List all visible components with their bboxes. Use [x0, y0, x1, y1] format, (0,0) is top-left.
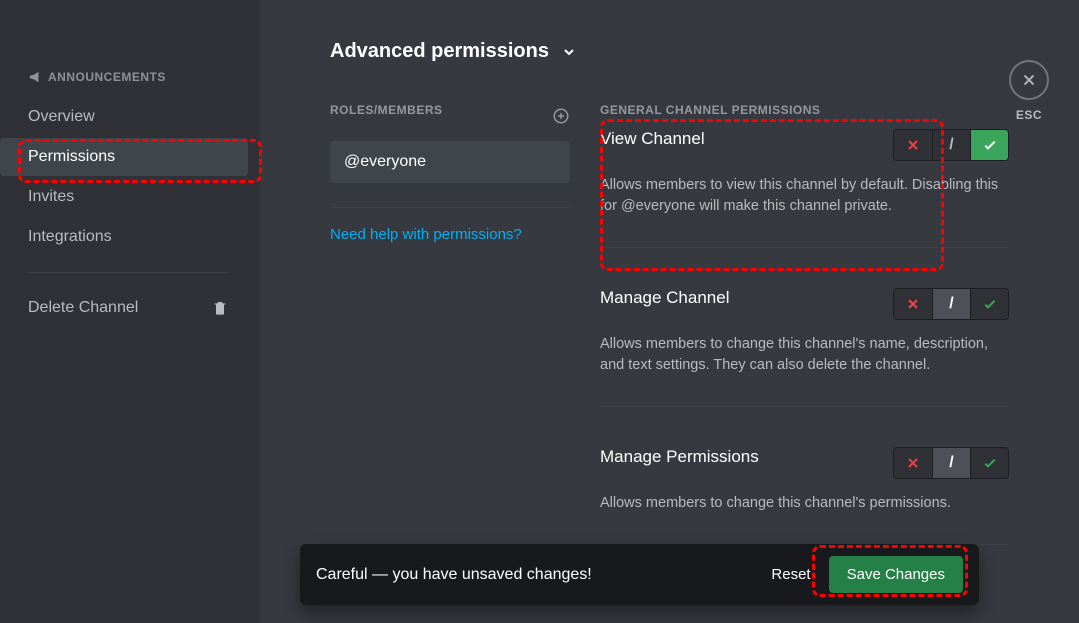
save-label: Save Changes: [847, 566, 945, 583]
main-content: Advanced permissions ROLES/MEMBERS @ever…: [260, 0, 1079, 623]
chevron-down-icon: [561, 44, 577, 60]
permissions-help-link[interactable]: Need help with permissions?: [330, 226, 570, 243]
permission-deny[interactable]: [894, 448, 932, 478]
add-role-icon[interactable]: [552, 107, 570, 125]
sidebar-item-label: Permissions: [28, 148, 115, 165]
close-label: ESC: [1009, 108, 1049, 122]
roles-members-label: ROLES/MEMBERS: [330, 103, 443, 117]
sidebar-delete-channel[interactable]: Delete Channel: [0, 289, 248, 327]
permission-manage-channel: Manage Channel / Allows members to chang…: [600, 288, 1009, 407]
sidebar-divider: [28, 272, 228, 273]
permission-neutral[interactable]: /: [932, 130, 970, 160]
sidebar-channel-header: ANNOUNCEMENTS: [0, 70, 248, 96]
settings-sidebar: ANNOUNCEMENTS Overview Permissions Invit…: [0, 0, 260, 623]
sidebar-channel-label: ANNOUNCEMENTS: [48, 70, 166, 84]
close-circle[interactable]: [1009, 60, 1049, 100]
permission-desc: Allows members to change this channel's …: [600, 334, 1009, 376]
sidebar-item-integrations[interactable]: Integrations: [0, 218, 248, 256]
close-settings[interactable]: ESC: [1009, 60, 1049, 122]
role-everyone[interactable]: @everyone: [330, 141, 570, 183]
check-icon: [982, 137, 998, 153]
permission-toggle-manage-channel[interactable]: /: [893, 288, 1009, 320]
sidebar-delete-label: Delete Channel: [28, 299, 138, 317]
roles-column: ROLES/MEMBERS @everyone Need help with p…: [330, 103, 570, 585]
unsaved-changes-bar: Careful — you have unsaved changes! Rese…: [300, 544, 979, 605]
sidebar-item-label: Overview: [28, 108, 95, 125]
permission-neutral[interactable]: /: [932, 289, 970, 319]
sidebar-item-overview[interactable]: Overview: [0, 98, 248, 136]
permission-desc: Allows members to view this channel by d…: [600, 175, 1009, 217]
trash-icon: [212, 300, 228, 316]
reset-button[interactable]: Reset: [753, 556, 828, 593]
permission-allow[interactable]: [970, 289, 1008, 319]
permissions-section-label: GENERAL CHANNEL PERMISSIONS: [600, 103, 1009, 117]
help-link-label: Need help with permissions?: [330, 226, 522, 243]
sidebar-item-invites[interactable]: Invites: [0, 178, 248, 216]
sidebar-item-label: Invites: [28, 188, 74, 205]
permission-deny[interactable]: [894, 130, 932, 160]
permission-allow[interactable]: [970, 448, 1008, 478]
permission-manage-permissions: Manage Permissions / Allows members to c…: [600, 447, 1009, 545]
permission-neutral[interactable]: /: [932, 448, 970, 478]
permission-toggle-view-channel[interactable]: /: [893, 129, 1009, 161]
sidebar-item-permissions[interactable]: Permissions: [0, 138, 248, 176]
permissions-column: GENERAL CHANNEL PERMISSIONS View Channel…: [600, 103, 1009, 585]
check-icon: [982, 455, 998, 471]
close-icon: [1020, 71, 1038, 89]
megaphone-icon: [28, 70, 42, 84]
x-icon: [905, 296, 921, 312]
x-icon: [905, 455, 921, 471]
role-label: @everyone: [344, 153, 426, 170]
page-title: Advanced permissions: [330, 40, 549, 63]
sidebar-item-label: Integrations: [28, 228, 112, 245]
permission-deny[interactable]: [894, 289, 932, 319]
permission-title: View Channel: [600, 129, 705, 149]
permission-view-channel: View Channel / Allows members to view th…: [600, 129, 1009, 248]
permission-title: Manage Channel: [600, 288, 729, 308]
permission-title: Manage Permissions: [600, 447, 759, 467]
permission-toggle-manage-permissions[interactable]: /: [893, 447, 1009, 479]
unsaved-text: Careful — you have unsaved changes!: [316, 566, 753, 584]
permission-desc: Allows members to change this channel's …: [600, 493, 1009, 514]
permission-allow[interactable]: [970, 130, 1008, 160]
page-title-row[interactable]: Advanced permissions: [330, 40, 1009, 63]
save-changes-button[interactable]: Save Changes: [829, 556, 963, 593]
check-icon: [982, 296, 998, 312]
x-icon: [905, 137, 921, 153]
reset-label: Reset: [771, 566, 810, 583]
roles-divider: [330, 207, 570, 208]
